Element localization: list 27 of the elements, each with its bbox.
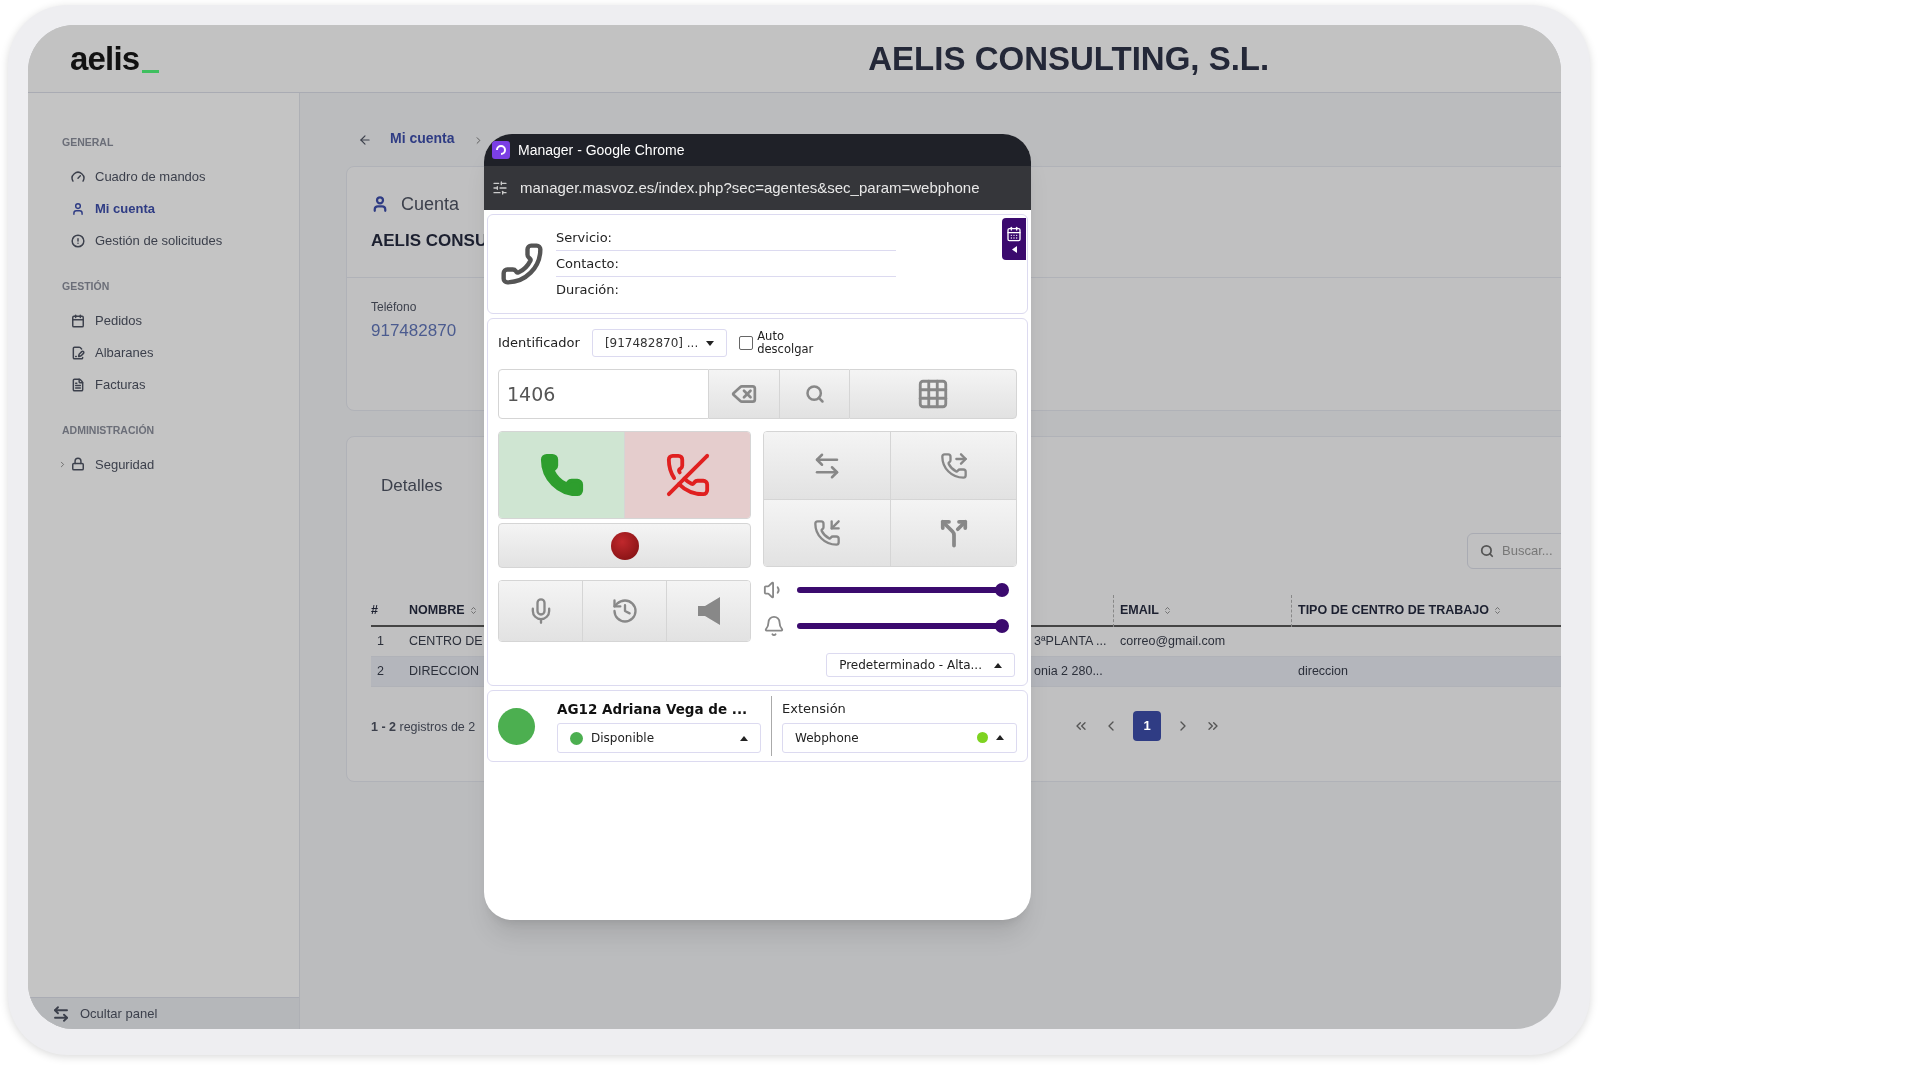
table-cell-text: 3ªPLANTA ... [1034,632,1108,650]
field-label: Teléfono [371,299,418,316]
table-cell-text: onia 2 280... [1034,662,1104,680]
pagination-summary: 1 - 2 registros de 2 [371,719,476,734]
table-cell-text: direccion [1297,662,1350,680]
url-text: manager.masvoz.es/index.php?sec=agentes&sec_param=webphone [520,177,980,198]
section-heading: GESTIÓN [62,278,111,294]
call-info-label: Contacto: [556,254,619,273]
agent-name: AG12 Adriana Vega de ... [557,699,749,719]
call-info-label: Servicio: [556,228,612,247]
card-heading: Cuenta [401,192,460,216]
auto-answer-label: Auto descolgar [757,330,815,356]
extension-label: Extensión [782,700,847,719]
table-cell-text: 2 [376,662,385,680]
section-heading: GENERAL [62,135,115,150]
table-cell-text: CENTRO DE [409,632,483,650]
table-cell-text: 1 [376,632,385,650]
identifier-label: Identificador [498,334,580,353]
field-value: 917482870 [371,320,457,342]
table-cell-text: correo@gmail.com [1119,632,1227,650]
section-heading: ADMINISTRACIÓN [62,422,156,438]
call-info-label: Duración: [556,281,619,300]
window-title: Manager - Google Chrome [518,140,685,160]
table-cell-text: DIRECCION [409,662,480,680]
company-title: AELIS CONSULTING, S.L. [868,38,1270,79]
logo-text: aelis [70,42,140,75]
search-placeholder: Buscar... [1502,541,1553,560]
